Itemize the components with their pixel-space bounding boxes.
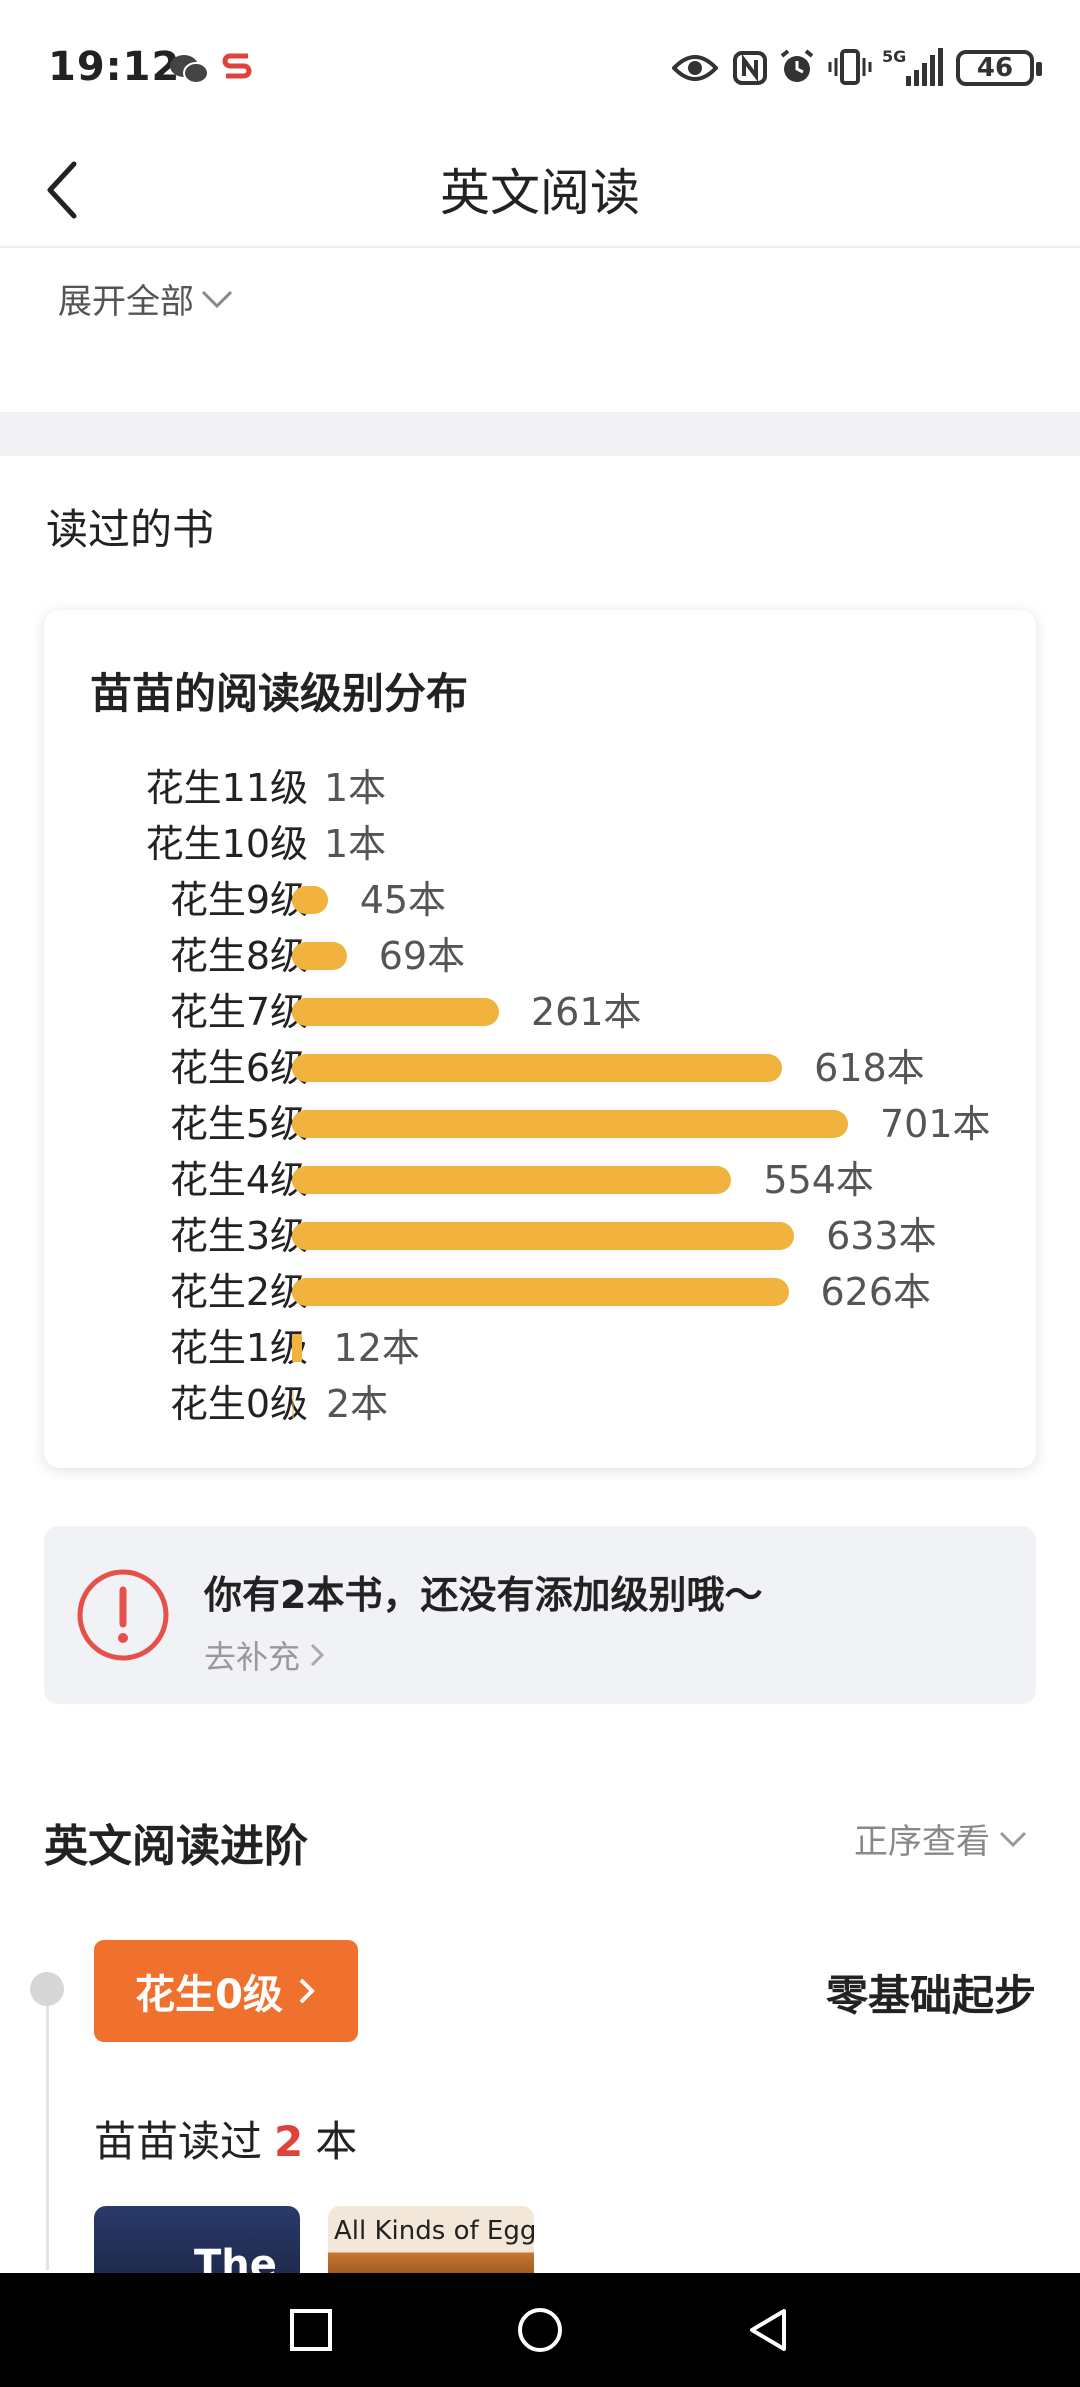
eye-icon [672,55,718,81]
level-count: 261本 [531,990,642,1034]
level-bar [292,1166,732,1194]
expand-all-button[interactable]: 展开全部 [58,274,234,323]
read-count-suffix: 本 [315,2117,358,2166]
level-count: 633本 [826,1214,937,1258]
section-divider [0,412,1080,456]
go-supplement-label: 去补充 [204,1638,301,1676]
svg-text:5G: 5G [882,47,906,66]
level-count: 626本 [820,1270,932,1314]
missing-level-notice[interactable]: 你有2本书，还没有添加级别哦～ 去补充 [44,1526,1036,1704]
advance-heading: 英文阅读进阶 [44,1821,308,1872]
level-description: 零基础起步 [825,1971,1036,2020]
app-s-icon [222,53,252,79]
level-bar [292,1390,294,1418]
level-count: 2本 [326,1382,389,1426]
level-row: 花生1级 12本 [44,1320,1036,1376]
book-cover-text: All Kinds of Eggs [334,2216,534,2246]
level-count: 12本 [333,1326,420,1370]
status-time: 19:12 [48,44,181,90]
level-label: 花生2级 [169,1270,308,1314]
level-label: 花生11级 [145,766,308,810]
level-label: 花生8级 [169,934,308,978]
level-bar [292,1278,789,1306]
go-supplement-link[interactable]: 去补充 [204,1632,326,1678]
level-label: 花生0级 [169,1382,308,1426]
level-label: 花生10级 [145,822,308,866]
timeline-dot [30,1972,64,2006]
level-label: 花生3级 [169,1214,308,1258]
level-row: 花生10级 1本 [44,816,1036,872]
read-books-heading: 读过的书 [46,505,215,554]
level-row: 花生11级 1本 [44,760,1036,816]
signal-5g-icon: 5G [882,47,943,86]
level-0-button[interactable]: 花生0级 [94,1940,358,2042]
level-label: 花生5级 [169,1102,308,1146]
level-count: 618本 [814,1046,925,1090]
chevron-right-icon [310,1643,325,1667]
level-count: 69本 [378,934,466,978]
level-row: 花生8级 69本 [44,928,1036,984]
read-count-prefix: 苗苗读过 [94,2117,263,2166]
timeline-line [46,1990,49,2270]
reading-level-distribution-card: 苗苗的阅读级别分布 花生11级 1本 花生10级 1本 花生9级 45本 花生8级 69本 花生… [44,610,1036,1468]
distribution-title: 苗苗的阅读级别分布 [90,669,469,718]
level-bar [292,942,347,970]
system-navigation-bar [0,2273,1080,2387]
home-icon[interactable] [515,2305,565,2355]
notice-message: 你有2本书，还没有添加级别哦～ [204,1573,763,1617]
status-bar: 19:12 5G 46 [0,0,1080,140]
top-navigation-bar: 英文阅读 [0,140,1080,248]
level-count: 701本 [880,1102,991,1146]
level-label: 花生6级 [169,1046,308,1090]
back-icon[interactable] [744,2305,794,2355]
level-bar [292,998,499,1026]
level-row: 花生2级 626本 [44,1264,1036,1320]
page-title: 英文阅读 [440,164,640,222]
wechat-icon [170,55,209,84]
read-count-number: 2 [274,2117,304,2166]
level-bar [292,886,328,914]
battery-indicator: 46 [956,50,1042,86]
level-count: 45本 [359,878,447,922]
level-row: 花生9级 45本 [44,872,1036,928]
level-bar [292,1110,848,1138]
level-row: 花生3级 633本 [44,1208,1036,1264]
recent-apps-icon[interactable] [286,2305,336,2355]
chevron-right-icon [299,1978,315,2004]
level-row: 花生5级 701本 [44,1096,1036,1152]
books-read-count: 苗苗读过 2 本 [94,2108,357,2169]
level-0-label: 花生0级 [135,1972,283,2018]
nfc-icon [733,51,767,85]
level-label: 花生9级 [169,878,308,922]
level-row: 花生6级 618本 [44,1040,1036,1096]
level-row: 花生7级 261本 [44,984,1036,1040]
level-label: 花生7级 [169,990,308,1034]
level-count: 554本 [763,1158,874,1202]
sort-order-dropdown[interactable]: 正序查看 [854,1814,1028,1863]
level-bar [292,1054,783,1082]
level-count: 1本 [324,766,387,810]
level-count: 1本 [324,822,387,866]
expand-all-label: 展开全部 [58,282,194,322]
level-label: 花生4级 [169,1158,308,1202]
level-bar [292,1334,302,1362]
level-row: 花生4级 554本 [44,1152,1036,1208]
vibrate-icon [828,49,872,85]
warning-icon [77,1569,169,1661]
level-label: 花生1级 [169,1326,308,1370]
sort-order-label: 正序查看 [854,1822,990,1862]
level-row: 花生0级 2本 [44,1376,1036,1432]
chevron-down-icon [999,1831,1027,1847]
level-bar [292,1222,795,1250]
alarm-icon [780,49,814,82]
chevron-down-icon [201,290,233,308]
